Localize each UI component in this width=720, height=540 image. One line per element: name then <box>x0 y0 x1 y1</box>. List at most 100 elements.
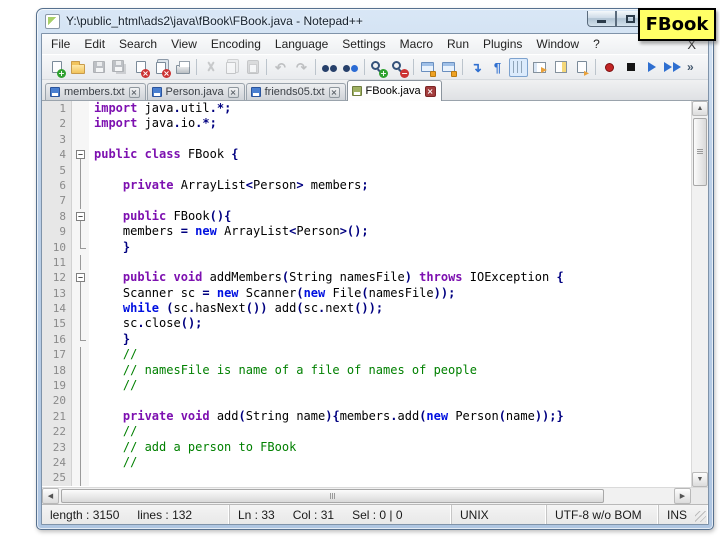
menu-macro[interactable]: Macro <box>393 35 440 53</box>
close-all-icon[interactable]: × <box>152 58 171 78</box>
save-icon[interactable] <box>89 58 108 77</box>
line-number[interactable]: 10 <box>42 239 72 255</box>
line-number[interactable]: 16 <box>42 331 72 348</box>
status-encoding[interactable]: UTF-8 w/o BOM <box>547 505 659 524</box>
scroll-down-arrow[interactable]: ▼ <box>692 472 708 487</box>
resize-grip-icon[interactable] <box>695 511 706 522</box>
close-icon[interactable]: × <box>131 58 150 78</box>
word-wrap-icon[interactable]: ↴ <box>467 58 486 77</box>
line-number[interactable]: 3 <box>42 131 72 148</box>
status-eol-format[interactable]: UNIX <box>452 505 547 524</box>
line-number[interactable]: 6 <box>42 177 72 194</box>
status-insert-mode[interactable]: INS <box>659 505 708 524</box>
menu-encoding[interactable]: Encoding <box>204 35 268 53</box>
menu-settings[interactable]: Settings <box>335 35 392 53</box>
line-number[interactable]: 23 <box>42 439 72 455</box>
line-number[interactable]: 17 <box>42 347 72 363</box>
copy-icon[interactable] <box>222 58 241 77</box>
toolbar-separator <box>462 59 463 75</box>
undo-icon[interactable]: ↶ <box>271 58 290 77</box>
editor-area[interactable]: 1 import java.util.*; 2 import java.io.*; 3 4… <box>42 101 708 487</box>
toolbar-overflow-chevron[interactable]: » <box>687 60 694 74</box>
record-macro-icon[interactable] <box>600 58 619 77</box>
line-number[interactable]: 13 <box>42 285 72 302</box>
line-number[interactable]: 25 <box>42 470 72 486</box>
code-line: 24 // <box>42 454 691 471</box>
tab-fbook-java[interactable]: FBook.java × <box>346 80 442 101</box>
line-number[interactable]: 2 <box>42 116 72 132</box>
redo-icon[interactable]: ↷ <box>292 58 311 77</box>
zoom-out-icon[interactable]: − <box>390 58 409 78</box>
fold-margin-collapse[interactable] <box>72 270 89 287</box>
line-number[interactable]: 24 <box>42 454 72 471</box>
scroll-left-arrow[interactable]: ◀ <box>42 488 59 504</box>
paste-icon[interactable] <box>243 58 262 77</box>
line-number[interactable]: 11 <box>42 254 72 271</box>
tab-bar: members.txt × Person.java × friends05.txt × FB… <box>42 80 708 101</box>
line-number[interactable]: 21 <box>42 408 72 425</box>
menu-help[interactable]: ? <box>586 35 607 53</box>
tab-close-icon[interactable]: × <box>128 86 140 98</box>
line-number[interactable]: 12 <box>42 270 72 286</box>
menu-file[interactable]: File <box>44 35 77 53</box>
playback-macro-icon[interactable] <box>642 58 661 77</box>
line-number[interactable]: 14 <box>42 301 72 317</box>
fold-collapse-icon[interactable] <box>76 211 85 221</box>
tab-close-icon[interactable]: × <box>424 85 436 97</box>
line-number[interactable]: 22 <box>42 424 72 440</box>
menu-search[interactable]: Search <box>112 35 164 53</box>
horizontal-scroll-thumb[interactable] <box>61 489 604 503</box>
line-number[interactable]: 18 <box>42 362 72 379</box>
open-icon[interactable] <box>68 58 87 77</box>
replace-icon[interactable] <box>341 58 360 77</box>
menu-language[interactable]: Language <box>268 35 335 53</box>
find-icon[interactable] <box>320 58 339 77</box>
vertical-scroll-thumb[interactable] <box>693 118 707 186</box>
tab-members-txt[interactable]: members.txt × <box>45 83 146 100</box>
show-all-characters-icon[interactable]: ¶ <box>488 58 507 77</box>
document-map-icon[interactable] <box>551 58 570 77</box>
cut-icon[interactable] <box>201 58 220 77</box>
fold-margin-collapse[interactable] <box>72 208 89 225</box>
scroll-up-arrow[interactable]: ▲ <box>692 101 708 116</box>
sync-vertical-icon[interactable] <box>418 58 437 77</box>
tab-close-icon[interactable]: × <box>227 86 239 98</box>
line-number[interactable]: 19 <box>42 378 72 394</box>
minimize-button[interactable] <box>587 11 616 27</box>
line-number[interactable]: 4 <box>42 147 72 163</box>
doc-switcher-icon[interactable]: ▸ <box>572 58 591 78</box>
fold-collapse-icon[interactable] <box>76 150 85 160</box>
menu-edit[interactable]: Edit <box>77 35 112 53</box>
line-number[interactable]: 7 <box>42 193 72 209</box>
print-icon[interactable] <box>173 58 192 77</box>
toolbar-separator <box>315 59 316 75</box>
save-all-icon[interactable] <box>110 58 129 77</box>
run-macro-multiple-icon[interactable] <box>663 58 682 77</box>
tab-friends05-txt[interactable]: friends05.txt × <box>245 83 346 100</box>
line-number[interactable]: 9 <box>42 224 72 240</box>
fold-margin-collapse[interactable] <box>72 147 89 163</box>
menu-view[interactable]: View <box>164 35 204 53</box>
sync-horizontal-icon[interactable] <box>439 58 458 77</box>
line-number[interactable]: 8 <box>42 208 72 225</box>
menu-plugins[interactable]: Plugins <box>476 35 529 53</box>
vertical-scrollbar[interactable]: ▲ ▼ <box>691 101 708 487</box>
horizontal-scrollbar[interactable]: ◀ ▶ <box>42 487 708 504</box>
tab-person-java[interactable]: Person.java × <box>146 83 245 100</box>
line-number[interactable]: 15 <box>42 316 72 332</box>
function-list-icon[interactable] <box>530 58 549 77</box>
fold-collapse-icon[interactable] <box>76 273 85 283</box>
stop-record-icon[interactable] <box>621 58 640 77</box>
menu-window[interactable]: Window <box>529 35 586 53</box>
menu-run[interactable]: Run <box>440 35 476 53</box>
code-view[interactable]: 1 import java.util.*; 2 import java.io.*; 3 4… <box>42 101 691 487</box>
zoom-in-icon[interactable]: + <box>369 58 388 78</box>
scroll-right-arrow[interactable]: ▶ <box>674 488 691 504</box>
new-file-icon[interactable]: + <box>47 58 66 78</box>
tab-close-icon[interactable]: × <box>328 86 340 98</box>
line-number[interactable]: 1 <box>42 101 72 117</box>
line-number[interactable]: 5 <box>42 162 72 178</box>
indent-guide-icon[interactable] <box>509 57 528 77</box>
line-number[interactable]: 20 <box>42 393 72 409</box>
horizontal-scroll-track[interactable] <box>59 488 674 504</box>
